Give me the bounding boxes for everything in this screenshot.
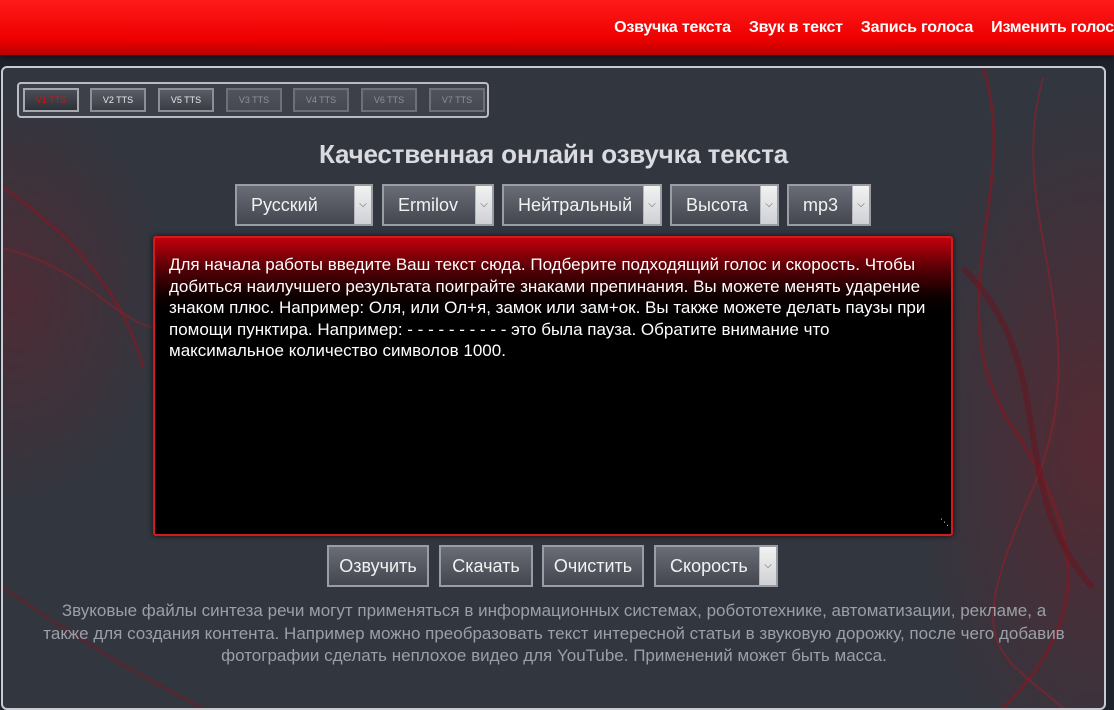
format-select[interactable]: mp3 ⌵ <box>787 184 871 226</box>
chevron-down-icon: ⌵ <box>354 186 371 224</box>
voice-select[interactable]: Ermilov ⌵ <box>382 184 494 226</box>
download-button[interactable]: Скачать <box>439 545 533 587</box>
format-select-value: mp3 <box>803 195 839 215</box>
tab-v7-tts: V7 TTS <box>429 88 485 112</box>
description-text: Звуковые файлы синтеза речи могут примен… <box>43 601 1065 665</box>
text-input-content[interactable]: Для начала работы введите Ваш текст сюда… <box>169 254 937 362</box>
speed-select[interactable]: Скорость ⌵ <box>654 545 778 587</box>
main-panel: V1 TTS V2 TTS V5 TTS V3 TTS V4 TTS V6 TT… <box>1 66 1106 710</box>
speed-select-value: Скорость <box>670 556 748 576</box>
voice-select-value: Ermilov <box>398 195 459 215</box>
chevron-down-icon: ⌵ <box>852 186 869 224</box>
chevron-down-icon: ⌵ <box>643 186 660 224</box>
tab-v4-tts: V4 TTS <box>293 88 349 112</box>
clear-button[interactable]: Очистить <box>542 545 644 587</box>
nav-change-voice-link[interactable]: Изменить голос <box>991 19 1114 37</box>
emotion-select-value: Нейтральный <box>518 195 633 215</box>
pitch-select[interactable]: Высота ⌵ <box>670 184 779 226</box>
speak-button[interactable]: Озвучить <box>327 545 429 587</box>
top-header-bar: Озвучка текста Звук в текст Запись голос… <box>0 0 1114 55</box>
tab-v2-tts[interactable]: V2 TTS <box>90 88 146 112</box>
tab-v1-tts[interactable]: V1 TTS <box>23 88 79 112</box>
nav-voice-recording-link[interactable]: Запись голоса <box>861 19 974 37</box>
text-input-area[interactable]: Для начала работы введите Ваш текст сюда… <box>153 236 953 536</box>
chevron-down-icon: ⌵ <box>475 186 492 224</box>
resize-grip-icon[interactable]: ⋱ <box>940 512 949 534</box>
chevron-down-icon: ⌵ <box>759 547 776 585</box>
nav-text-to-speech-link[interactable]: Озвучка текста <box>614 19 731 37</box>
language-select[interactable]: Русский ⌵ <box>235 184 373 226</box>
chevron-down-icon: ⌵ <box>760 186 777 224</box>
language-select-value: Русский <box>251 195 318 215</box>
emotion-select[interactable]: Нейтральный ⌵ <box>502 184 662 226</box>
tab-v3-tts: V3 TTS <box>226 88 282 112</box>
pitch-select-value: Высота <box>686 195 748 215</box>
tab-v5-tts[interactable]: V5 TTS <box>158 88 214 112</box>
tab-v6-tts: V6 TTS <box>361 88 417 112</box>
version-tabs: V1 TTS V2 TTS V5 TTS V3 TTS V4 TTS V6 TT… <box>17 82 489 118</box>
nav-speech-to-text-link[interactable]: Звук в текст <box>749 19 843 37</box>
top-navigation: Озвучка текста Звук в текст Запись голос… <box>596 19 1114 37</box>
page-title: Качественная онлайн озвучка текста <box>318 139 788 169</box>
